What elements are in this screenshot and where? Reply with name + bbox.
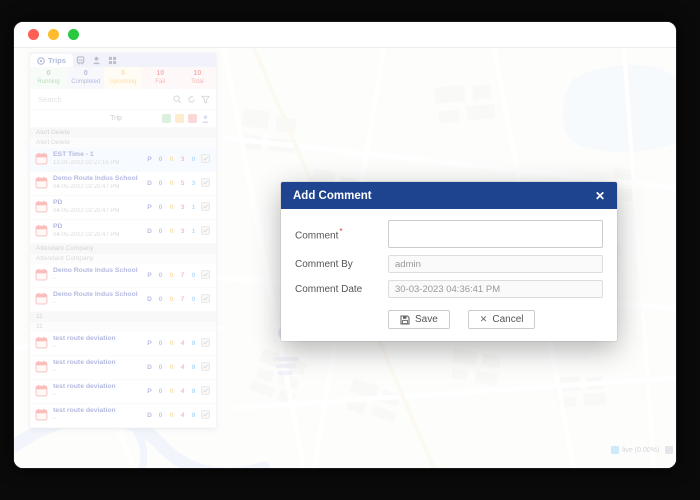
cancel-button[interactable]: ✕ Cancel bbox=[468, 310, 536, 329]
comment-by-label: Comment By bbox=[295, 259, 388, 270]
app-content: Trips bbox=[14, 48, 676, 468]
maximize-window-button[interactable] bbox=[68, 29, 79, 40]
modal-header: Add Comment ✕ bbox=[281, 182, 617, 209]
save-floppy-icon bbox=[400, 315, 410, 325]
modal-title: Add Comment bbox=[293, 190, 372, 202]
comment-by-input bbox=[388, 255, 603, 273]
close-icon[interactable]: ✕ bbox=[595, 190, 605, 202]
comment-input[interactable] bbox=[388, 220, 603, 248]
close-window-button[interactable] bbox=[28, 29, 39, 40]
modal-body: Comment* Comment By Comment Date bbox=[281, 209, 617, 341]
cancel-x-icon: ✕ bbox=[480, 315, 488, 324]
add-comment-modal: Add Comment ✕ Comment* Comment By Commen… bbox=[281, 182, 617, 341]
modal-buttons: Save ✕ Cancel bbox=[295, 310, 603, 329]
comment-field-row: Comment* bbox=[295, 220, 603, 248]
cancel-button-label: Cancel bbox=[492, 314, 523, 325]
comment-date-field-row: Comment Date bbox=[295, 280, 603, 298]
browser-window: Trips bbox=[14, 22, 676, 468]
save-button-label: Save bbox=[415, 314, 438, 325]
comment-date-input bbox=[388, 280, 603, 298]
comment-date-label: Comment Date bbox=[295, 284, 388, 295]
required-asterisk: * bbox=[339, 227, 342, 236]
minimize-window-button[interactable] bbox=[48, 29, 59, 40]
comment-label: Comment* bbox=[295, 227, 388, 241]
save-button[interactable]: Save bbox=[388, 310, 450, 329]
window-titlebar bbox=[14, 22, 676, 48]
comment-by-field-row: Comment By bbox=[295, 255, 603, 273]
